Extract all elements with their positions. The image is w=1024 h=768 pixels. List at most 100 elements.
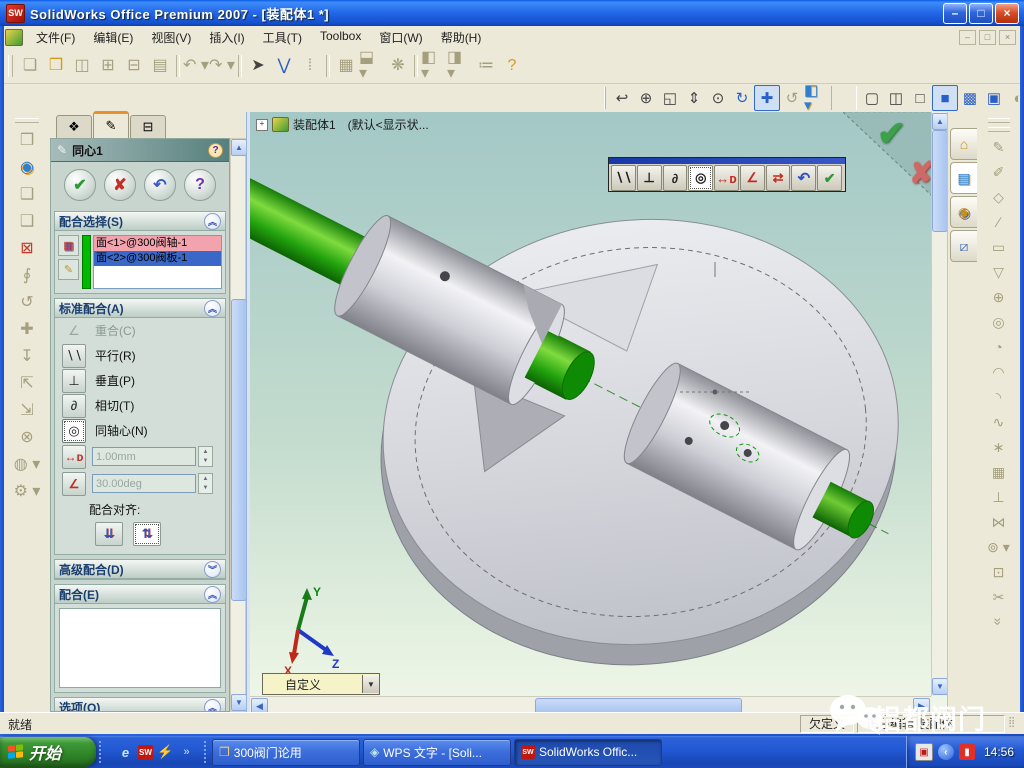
ctx-tangent-icon[interactable]: ∂ — [663, 165, 688, 191]
tree-expand-icon[interactable]: + — [256, 119, 268, 131]
make-drawing-icon[interactable]: ⊞ — [95, 53, 121, 79]
taskbar-wps-task[interactable]: ◈ WPS 文字 - [Soli... — [363, 739, 511, 766]
menu-help[interactable]: 帮助(H) — [432, 27, 491, 48]
ctx-undo-icon[interactable]: ↶ — [791, 165, 816, 191]
more-tools-icon[interactable]: » — [986, 610, 1011, 634]
toolbar-grip[interactable] — [15, 118, 39, 123]
color-swatch-icon[interactable]: ❋ — [385, 53, 411, 79]
scroll-up-button[interactable]: ▲ — [932, 113, 947, 130]
ctx-concentric-icon[interactable]: ◎ — [688, 165, 713, 191]
plane-icon[interactable]: ◇ — [987, 184, 1011, 209]
quicklaunch-solidworks-icon[interactable]: SW — [138, 745, 153, 760]
taskpane-resources-tab[interactable]: ▤ — [950, 162, 980, 194]
select-icon[interactable]: ➤ — [245, 53, 271, 79]
simulation-icon[interactable]: ⚙ ▾ — [13, 478, 41, 505]
previous-view-icon[interactable]: ↩ — [610, 86, 634, 110]
taskbar-solidworks-task[interactable]: SW SolidWorks Offic... — [514, 739, 662, 766]
whats-new-help-icon[interactable]: ? — [208, 143, 223, 158]
scroll-up-button[interactable]: ▲ — [231, 139, 247, 156]
sep[interactable] — [176, 55, 180, 77]
convert-entities-icon[interactable]: ⊡ — [987, 559, 1011, 584]
mdi-restore-button[interactable]: □ — [979, 30, 996, 45]
mdi-minimize-button[interactable]: – — [959, 30, 976, 45]
mate-concentric[interactable]: ◎ 同轴心(N) — [55, 418, 225, 443]
centerpoint-arc-icon[interactable]: ◔ — [987, 334, 1011, 359]
menu-insert[interactable]: 插入(I) — [200, 27, 253, 48]
explode-line-icon[interactable]: ⇲ — [13, 397, 41, 424]
scroll-left-button[interactable]: ◀ — [251, 698, 268, 712]
mate-tangent[interactable]: ∂ 相切(T) — [55, 393, 225, 418]
mate-type-icon[interactable]: ⊥ — [62, 369, 86, 393]
mate-type-icon[interactable]: ◎ — [62, 419, 86, 443]
options-icon[interactable]: ⬓ ▾ — [359, 53, 385, 79]
collapse-chevron-icon[interactable]: ︽ — [204, 586, 221, 603]
scroll-down-button[interactable]: ▼ — [932, 678, 947, 695]
pm-undo-button[interactable]: ↶ — [144, 169, 176, 201]
ctx-parallel-icon[interactable]: ∖∖ — [611, 165, 636, 191]
taskbar-folder-task[interactable]: ❒ 300阀门论用 — [212, 739, 360, 766]
mates-listbox[interactable] — [59, 608, 221, 688]
smart-fasteners-icon[interactable]: ↧ — [13, 343, 41, 370]
zoom-selection-icon[interactable]: ⊙ — [706, 86, 730, 110]
start-button[interactable]: 开始 — [0, 737, 96, 767]
make-assembly-icon[interactable]: ⊟ — [121, 53, 147, 79]
quicklaunch-ie-icon[interactable]: e — [117, 744, 134, 761]
wireframe-icon[interactable]: ▢ — [860, 86, 884, 110]
mate-coincident[interactable]: ∠ 重合(C) — [55, 318, 225, 343]
aligned-button[interactable]: ⇊ — [95, 522, 123, 546]
standard-views-icon[interactable]: ◧ ▾ — [804, 86, 828, 110]
layout-icon[interactable]: ◨ ▾ — [447, 53, 473, 79]
pan-icon[interactable]: ✚ — [754, 85, 780, 111]
taskpane-home-tab[interactable]: ⌂ — [950, 128, 978, 160]
open-file-icon[interactable]: ❒ — [43, 53, 69, 79]
selection-filter-icon[interactable]: ⋁ — [271, 53, 297, 79]
selection-face-2[interactable]: 面<2>@300阀板-1 — [94, 251, 221, 266]
move-component-icon[interactable]: ✚ — [13, 316, 41, 343]
featuremanager-tab[interactable]: ❖ — [56, 115, 92, 138]
polygon-icon[interactable]: ▽ — [987, 259, 1011, 284]
three-point-arc-icon[interactable]: ◝ — [987, 384, 1011, 409]
ctx-perpendicular-icon[interactable]: ⊥ — [637, 165, 662, 191]
grid-icon[interactable]: ▦ — [333, 53, 359, 79]
interference-detection-icon[interactable]: ⊗ — [13, 424, 41, 451]
sw-tools-icon[interactable]: ◧ ▾ — [421, 53, 447, 79]
exploded-view-icon[interactable]: ⇱ — [13, 370, 41, 397]
viewport-vertical-scrollbar[interactable]: ▲ ▼ — [931, 112, 947, 696]
confirm-accept-button[interactable]: ✔ — [877, 114, 906, 154]
pm-cancel-button[interactable]: ✘ — [104, 169, 136, 201]
undo-icon[interactable]: ↶ ▾ — [183, 53, 209, 79]
sep[interactable] — [831, 86, 857, 110]
mate-type-icon[interactable]: ∖∖ — [62, 344, 86, 368]
hide-component-icon[interactable]: ⊠ — [13, 235, 41, 262]
quicklaunch-more-icon[interactable]: » — [178, 744, 195, 761]
shadows-icon[interactable]: ▣ — [982, 86, 1006, 110]
hidden-lines-removed-icon[interactable]: □ — [908, 86, 932, 110]
group-caption[interactable]: 配合选择(S) ︽ — [55, 212, 225, 231]
group-caption[interactable]: 配合(E) ︽ — [55, 585, 225, 604]
rotate-component-icon[interactable]: ↺ — [13, 289, 41, 316]
configurationmanager-tab[interactable]: ⊟ — [130, 115, 166, 138]
mdi-close-button[interactable]: × — [999, 30, 1016, 45]
tray-media-icon[interactable]: ▣ — [915, 743, 933, 761]
sep[interactable] — [238, 55, 242, 77]
sketch-icon[interactable]: ✎ — [987, 134, 1011, 159]
component-b-icon[interactable]: ❑ — [13, 208, 41, 235]
distance-input[interactable] — [92, 447, 196, 466]
menu-file[interactable]: 文件(F) — [27, 27, 84, 48]
angle-spinner[interactable]: ▲▼ — [198, 473, 213, 494]
taskpane-explorer-tab[interactable]: ⧄ — [950, 230, 978, 262]
propertymanager-tab[interactable]: ✎ — [93, 111, 129, 138]
tray-download-icon[interactable]: ▮ — [959, 744, 975, 760]
magnified-selection-icon[interactable]: ⁞ — [297, 53, 323, 79]
tangent-arc-icon[interactable]: ◠ — [987, 359, 1011, 384]
menu-window[interactable]: 窗口(W) — [370, 27, 431, 48]
zoom-fit-icon[interactable]: ⊕ — [634, 86, 658, 110]
scrollbar-thumb[interactable] — [231, 299, 247, 601]
pm-help-button[interactable]: ? — [184, 169, 216, 201]
group-caption[interactable]: 标准配合(A) ︽ — [55, 299, 225, 318]
sep[interactable] — [414, 55, 418, 77]
restore-button[interactable]: □ — [969, 3, 993, 24]
ctx-distance-icon[interactable]: ↔ᴅ — [714, 165, 739, 191]
panel-scrollbar[interactable]: ▲ ▼ — [230, 138, 246, 712]
add-relation-icon[interactable]: ⊥ — [987, 484, 1011, 509]
